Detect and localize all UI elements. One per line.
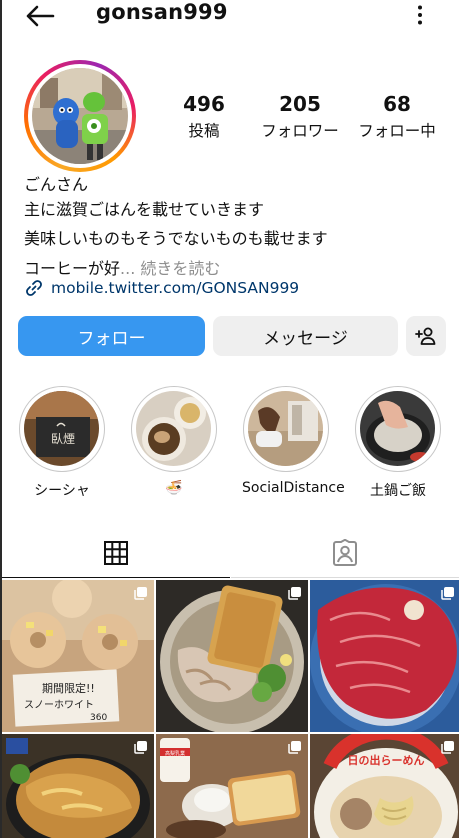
post-thumbnail-beef[interactable] [310, 580, 459, 732]
grid-icon [104, 540, 128, 565]
back-arrow-icon[interactable] [24, 4, 56, 28]
highlight-cover [248, 391, 323, 466]
highlight-sign-text: 臥煙 [51, 432, 75, 446]
multi-photo-icon [288, 587, 301, 600]
stat-followers[interactable]: 205 フォロワー [254, 92, 346, 143]
bio-line-truncated: コーヒーが好... 続きを読む [24, 255, 220, 279]
add-user-button[interactable] [406, 316, 446, 356]
tab-posts-grid[interactable] [2, 528, 230, 578]
highlight-donabe-rice[interactable]: 土鍋ご飯 [354, 386, 442, 500]
bio-line: 美味しいものもそうでないものも載せます [24, 229, 328, 248]
profile-link[interactable]: mobile.twitter.com/GONSAN999 [24, 278, 299, 298]
ramen-rim-text: 日の出らーめん [348, 753, 425, 767]
stat-followers-count: 205 [279, 92, 321, 116]
highlight-label: 🍜 [165, 480, 183, 496]
avatar-photo [32, 68, 128, 164]
add-user-icon [415, 327, 436, 345]
highlight-ring [243, 386, 329, 472]
bio-read-more-link[interactable]: ... 続きを読む [120, 259, 220, 278]
highlight-cover [136, 391, 211, 466]
top-bar: gonsan999 [2, 0, 459, 30]
milk-carton-label: 高梨乳業 [165, 750, 185, 757]
highlight-shisha[interactable]: 臥煙 シーシャ [18, 386, 106, 500]
posts-grid: 期間限定!! スノーホワイト 360 高梨乳業 日の出らーめん [2, 580, 459, 838]
link-icon [26, 280, 42, 296]
profile-screen: gonsan999 496 投稿 205 フォロワー 68 フォロー中 ごんさん… [0, 0, 459, 838]
stat-following[interactable]: 68 フォロー中 [352, 92, 442, 143]
profile-display-name: ごんさん [24, 175, 89, 194]
post-thumbnail-katsu-bowl[interactable] [2, 734, 154, 838]
tagged-person-icon [333, 539, 357, 566]
stat-posts-count: 496 [183, 92, 225, 116]
stat-posts[interactable]: 496 投稿 [182, 92, 226, 143]
stat-posts-label: 投稿 [188, 122, 220, 140]
multi-photo-icon [441, 587, 454, 600]
multi-photo-icon [441, 741, 454, 754]
highlight-ring [355, 386, 441, 472]
profile-username: gonsan999 [96, 0, 228, 24]
avatar[interactable] [24, 60, 136, 172]
tab-tagged[interactable] [231, 528, 459, 578]
message-button[interactable]: メッセージ [213, 316, 398, 356]
post-thumbnail-toast[interactable]: 高梨乳業 [156, 734, 308, 838]
donut-sign-line: 360 [90, 713, 107, 723]
multi-photo-icon [134, 587, 147, 600]
post-thumbnail-ramen[interactable]: 日の出らーめん [310, 734, 459, 838]
stat-following-label: フォロー中 [358, 122, 436, 140]
tab-divider [231, 577, 459, 578]
multi-photo-icon [288, 741, 301, 754]
follow-button[interactable]: フォロー [18, 316, 205, 356]
highlight-label: シーシャ [34, 483, 90, 499]
bio-line: 主に滋賀ごはんを載せていきます [24, 200, 265, 219]
highlight-label: SocialDistance [242, 480, 345, 496]
profile-link-text: mobile.twitter.com/GONSAN999 [51, 279, 300, 297]
highlight-ramen[interactable]: 🍜 [130, 386, 218, 496]
highlight-cover: 臥煙 [24, 391, 99, 466]
stat-following-count: 68 [383, 92, 411, 116]
donut-sign-line: 期間限定!! [42, 681, 95, 695]
more-vertical-icon[interactable] [412, 4, 428, 26]
bio-line: コーヒーが好 [24, 259, 121, 278]
profile-tabs [2, 528, 459, 578]
donut-sign-line: スノーホワイト [24, 699, 94, 711]
highlight-ring [131, 386, 217, 472]
highlight-ring: 臥煙 [19, 386, 105, 472]
highlight-label: 土鍋ご飯 [370, 483, 426, 499]
multi-photo-icon [134, 741, 147, 754]
stat-followers-label: フォロワー [261, 122, 339, 140]
post-thumbnail-udon[interactable] [156, 580, 308, 732]
highlight-socialdistance[interactable]: SocialDistance [242, 386, 345, 496]
post-thumbnail-donuts[interactable]: 期間限定!! スノーホワイト 360 [2, 580, 154, 732]
highlight-cover [360, 391, 435, 466]
